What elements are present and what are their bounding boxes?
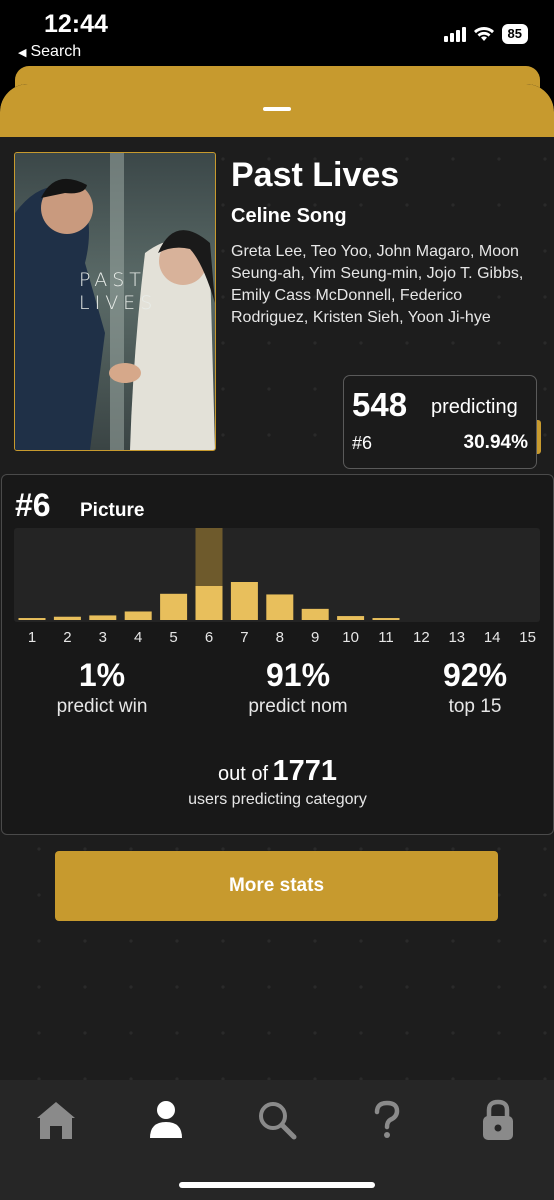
cellular-signal-icon — [443, 26, 466, 42]
chart-bar-rank-3 — [89, 615, 117, 620]
x-tick-label-9: 9 — [311, 629, 320, 646]
search-icon — [259, 1102, 297, 1140]
stat-predict-win: 1% predict win — [32, 657, 172, 718]
person-icon — [150, 1101, 182, 1138]
x-tick-label-8: 8 — [275, 629, 284, 646]
chart-bar-rank-7 — [230, 582, 258, 620]
stat-top-label: top 15 — [448, 696, 502, 717]
stat-nom-value: 91% — [265, 657, 331, 693]
category-name: Picture — [80, 500, 145, 521]
stat-nom-label: predict nom — [248, 696, 348, 717]
stat-predict-nom: 91% predict nom — [218, 657, 378, 718]
x-tick-label-14: 14 — [483, 629, 501, 646]
clock: 12:44 — [44, 10, 108, 38]
x-tick-label-2: 2 — [63, 629, 72, 646]
back-arrow-icon: ◀ — [18, 47, 27, 59]
movie-poster: PAST LIVES — [14, 152, 216, 451]
users-total: out of 1771 users predicting category — [2, 755, 553, 809]
users-label: users predicting category — [188, 791, 367, 808]
chart-bar-rank-4 — [124, 611, 152, 620]
rank-distribution-chart — [14, 528, 540, 622]
x-tick-label-13: 13 — [448, 629, 466, 646]
x-tick-label-11: 11 — [378, 629, 394, 646]
back-label: Search — [30, 43, 82, 60]
wifi-icon — [473, 27, 494, 41]
category-rank: #6 — [15, 487, 51, 523]
poster-title-text: PAST LIVES — [79, 269, 158, 314]
movie-cast: Greta Lee, Teo Yoo, John Magaro, Moon Se… — [231, 243, 524, 326]
status-bar: 12:44 ◀ Search 85 — [0, 0, 554, 66]
movie-director: Celine Song — [231, 205, 347, 227]
prediction-percent: 30.94% — [463, 432, 528, 453]
tab-lock[interactable] — [468, 1094, 528, 1146]
battery-icon: 85 — [501, 24, 528, 44]
drag-handle[interactable] — [263, 107, 291, 111]
chart-bar-rank-8 — [266, 594, 294, 620]
chart-bar-rank-1 — [18, 618, 46, 620]
home-icon — [37, 1102, 75, 1139]
prediction-rank: #6 — [352, 433, 373, 453]
x-tick-label-1: 1 — [27, 629, 37, 646]
chart-bar-rank-9 — [301, 608, 329, 620]
chart-bar-rank-6 — [195, 586, 223, 620]
side-tab-indicator[interactable] — [537, 420, 541, 454]
tab-profile[interactable] — [136, 1094, 196, 1146]
category-card: #6 Picture 1 2 3 4 5 6 7 8 9 10 11 12 13 14 15 1% pred… — [1, 474, 554, 835]
system-icons: 85 — [443, 24, 528, 44]
chart-bar-rank-2 — [53, 616, 81, 620]
home-indicator[interactable] — [179, 1182, 375, 1188]
stat-top-15: 92% top 15 — [405, 657, 545, 718]
more-stats-button[interactable]: More stats — [55, 851, 498, 921]
stat-win-value: 1% — [78, 657, 126, 693]
x-tick-label-7: 7 — [240, 629, 249, 646]
chart-bar-rank-11 — [372, 618, 400, 620]
prediction-label: predicting — [431, 396, 518, 418]
stat-win-label: predict win — [56, 696, 148, 717]
x-tick-label-10: 10 — [342, 629, 359, 646]
chart-svg — [18, 528, 400, 620]
out-of-prefix: out of — [217, 763, 269, 785]
prediction-count: 548 — [352, 386, 408, 423]
prediction-summary: 548 predicting #6 30.94% — [343, 375, 537, 469]
lock-icon — [483, 1099, 513, 1140]
x-tick-label-3: 3 — [98, 629, 107, 646]
back-to-search-link[interactable]: ◀ Search — [18, 43, 81, 61]
chart-bar-rank-10 — [337, 616, 365, 620]
x-tick-label-12: 12 — [413, 629, 430, 646]
total-users: 1771 — [272, 755, 337, 787]
chart-x-axis: 1 2 3 4 5 6 7 8 9 10 11 12 13 14 15 — [14, 629, 540, 649]
stat-top-value: 92% — [442, 657, 508, 693]
sheet-header[interactable] — [0, 84, 554, 137]
question-icon — [374, 1100, 400, 1138]
tab-help[interactable] — [357, 1094, 417, 1146]
x-tick-label-15: 15 — [519, 629, 536, 646]
x-tick-label-6: 6 — [204, 629, 214, 646]
chart-bar-rank-5 — [160, 593, 188, 620]
tab-home[interactable] — [26, 1094, 86, 1146]
x-tick-label-4: 4 — [134, 629, 143, 646]
tab-search[interactable] — [247, 1094, 307, 1146]
x-tick-label-5: 5 — [169, 629, 178, 646]
movie-detail-sheet: PAST LIVES Past Lives Celine Song Greta … — [0, 84, 554, 1080]
movie-title: Past Lives — [231, 156, 400, 194]
